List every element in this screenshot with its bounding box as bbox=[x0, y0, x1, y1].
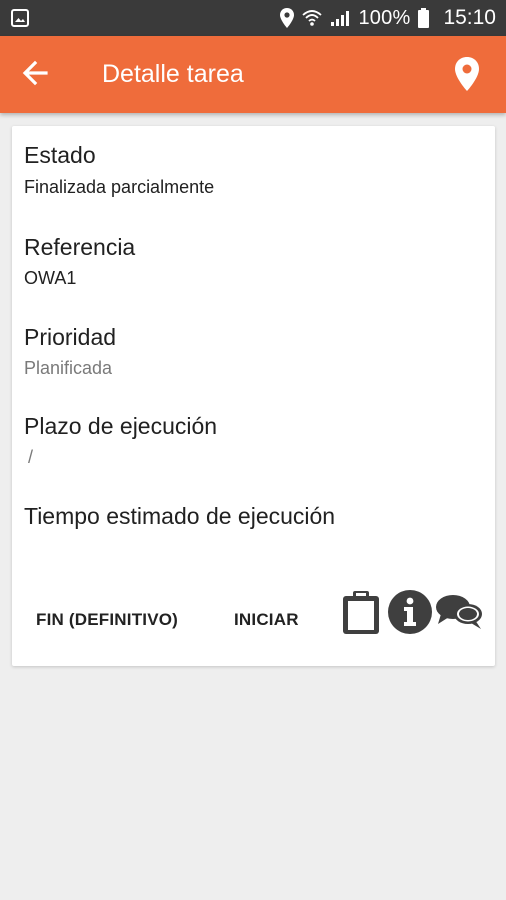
chat-icon bbox=[436, 595, 482, 629]
start-button[interactable]: INICIAR bbox=[234, 610, 299, 630]
battery-percent: 100% bbox=[358, 6, 411, 29]
clipboard-icon bbox=[343, 591, 379, 634]
info-icon bbox=[388, 590, 432, 634]
status-value: Finalizada parcialmente bbox=[24, 177, 215, 197]
page-title: Detalle tarea bbox=[102, 60, 244, 88]
location-pin-icon bbox=[455, 57, 479, 91]
wifi-icon bbox=[302, 10, 323, 26]
finish-definitive-button[interactable]: FIN (DEFINITIVO) bbox=[36, 610, 178, 630]
priority-value: Planificada bbox=[24, 358, 113, 378]
gallery-icon bbox=[11, 9, 29, 27]
signal-icon bbox=[331, 11, 350, 26]
clock: 15:10 bbox=[443, 6, 496, 29]
reference-value: OWA1 bbox=[24, 268, 77, 288]
clipboard-button[interactable] bbox=[340, 590, 382, 636]
chat-button[interactable] bbox=[435, 592, 483, 632]
task-detail-card: Estado Finalizada parcialmente Referenci… bbox=[12, 126, 495, 666]
deadline-label: Plazo de ejecución bbox=[24, 413, 218, 439]
status-bar: 100% 15:10 bbox=[0, 0, 506, 36]
estimated-time-label: Tiempo estimado de ejecución bbox=[24, 503, 336, 529]
status-label: Estado bbox=[24, 142, 96, 168]
priority-label: Prioridad bbox=[24, 324, 117, 350]
reference-label: Referencia bbox=[24, 234, 136, 260]
app-bar: Detalle tarea bbox=[0, 36, 506, 113]
map-button[interactable] bbox=[454, 56, 480, 92]
arrow-back-icon bbox=[22, 60, 48, 86]
battery-icon bbox=[418, 8, 430, 28]
back-button[interactable] bbox=[18, 56, 52, 90]
deadline-value: / bbox=[28, 447, 34, 467]
location-icon bbox=[280, 8, 295, 28]
info-button[interactable] bbox=[387, 589, 433, 635]
